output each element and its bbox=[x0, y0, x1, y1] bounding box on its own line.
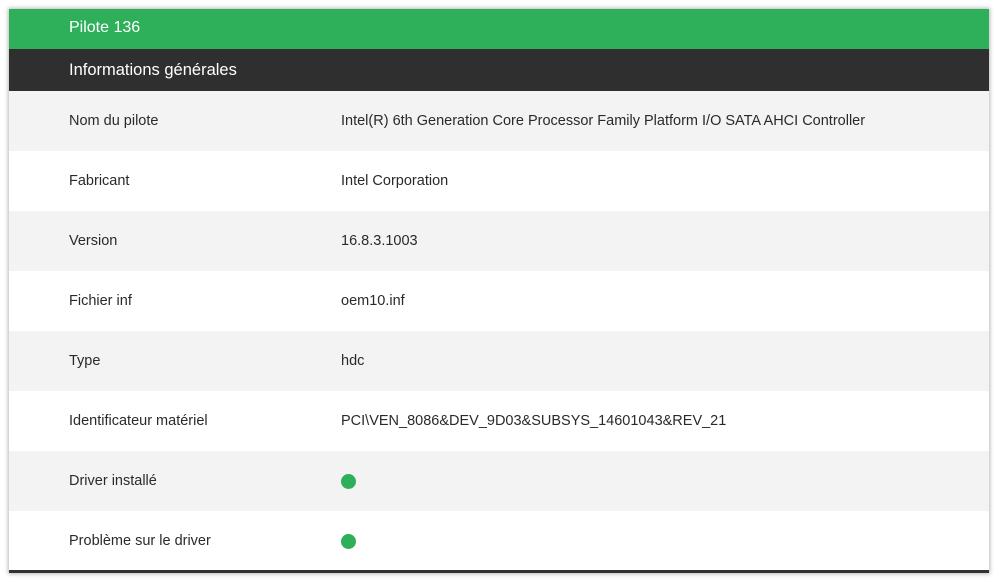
row-manufacturer: Fabricant Intel Corporation bbox=[9, 151, 989, 211]
inf-file-value: oem10.inf bbox=[341, 293, 405, 309]
row-inf-file: Fichier inf oem10.inf bbox=[9, 271, 989, 331]
driver-title-bar: Pilote 136 bbox=[9, 9, 989, 49]
row-label: Problème sur le driver bbox=[69, 533, 211, 549]
row-driver-name: Nom du pilote Intel(R) 6th Generation Co… bbox=[9, 91, 989, 151]
row-label: Type bbox=[69, 353, 101, 369]
bottom-divider bbox=[9, 570, 989, 573]
row-label: Fabricant bbox=[69, 173, 130, 189]
green-dot-icon bbox=[341, 473, 356, 489]
driver-title: Pilote 136 bbox=[69, 19, 141, 36]
section-header: Informations générales bbox=[9, 49, 989, 91]
manufacturer-value: Intel Corporation bbox=[341, 173, 449, 189]
driver-info-card: Pilote 136 Informations générales Nom du… bbox=[9, 9, 989, 573]
section-title: Informations générales bbox=[69, 61, 237, 79]
row-label: Version bbox=[69, 233, 118, 249]
driver-installed-status bbox=[341, 473, 989, 489]
green-dot-icon bbox=[341, 533, 356, 549]
hardware-id-value: PCI\VEN_8086&DEV_9D03&SUBSYS_14601043&RE… bbox=[341, 413, 727, 429]
row-type: Type hdc bbox=[9, 331, 989, 391]
row-driver-installed: Driver installé bbox=[9, 451, 989, 511]
driver-problem-status bbox=[341, 533, 989, 549]
row-label: Driver installé bbox=[69, 473, 157, 489]
row-label: Identificateur matériel bbox=[69, 413, 208, 429]
row-label: Fichier inf bbox=[69, 293, 132, 309]
version-value: 16.8.3.1003 bbox=[341, 233, 418, 249]
row-hardware-id: Identificateur matériel PCI\VEN_8086&DEV… bbox=[9, 391, 989, 451]
row-version: Version 16.8.3.1003 bbox=[9, 211, 989, 271]
row-driver-problem: Problème sur le driver bbox=[9, 511, 989, 571]
row-label: Nom du pilote bbox=[69, 113, 159, 129]
driver-name-value: Intel(R) 6th Generation Core Processor F… bbox=[341, 113, 866, 129]
type-value: hdc bbox=[341, 353, 365, 369]
info-table: Nom du pilote Intel(R) 6th Generation Co… bbox=[9, 91, 989, 571]
